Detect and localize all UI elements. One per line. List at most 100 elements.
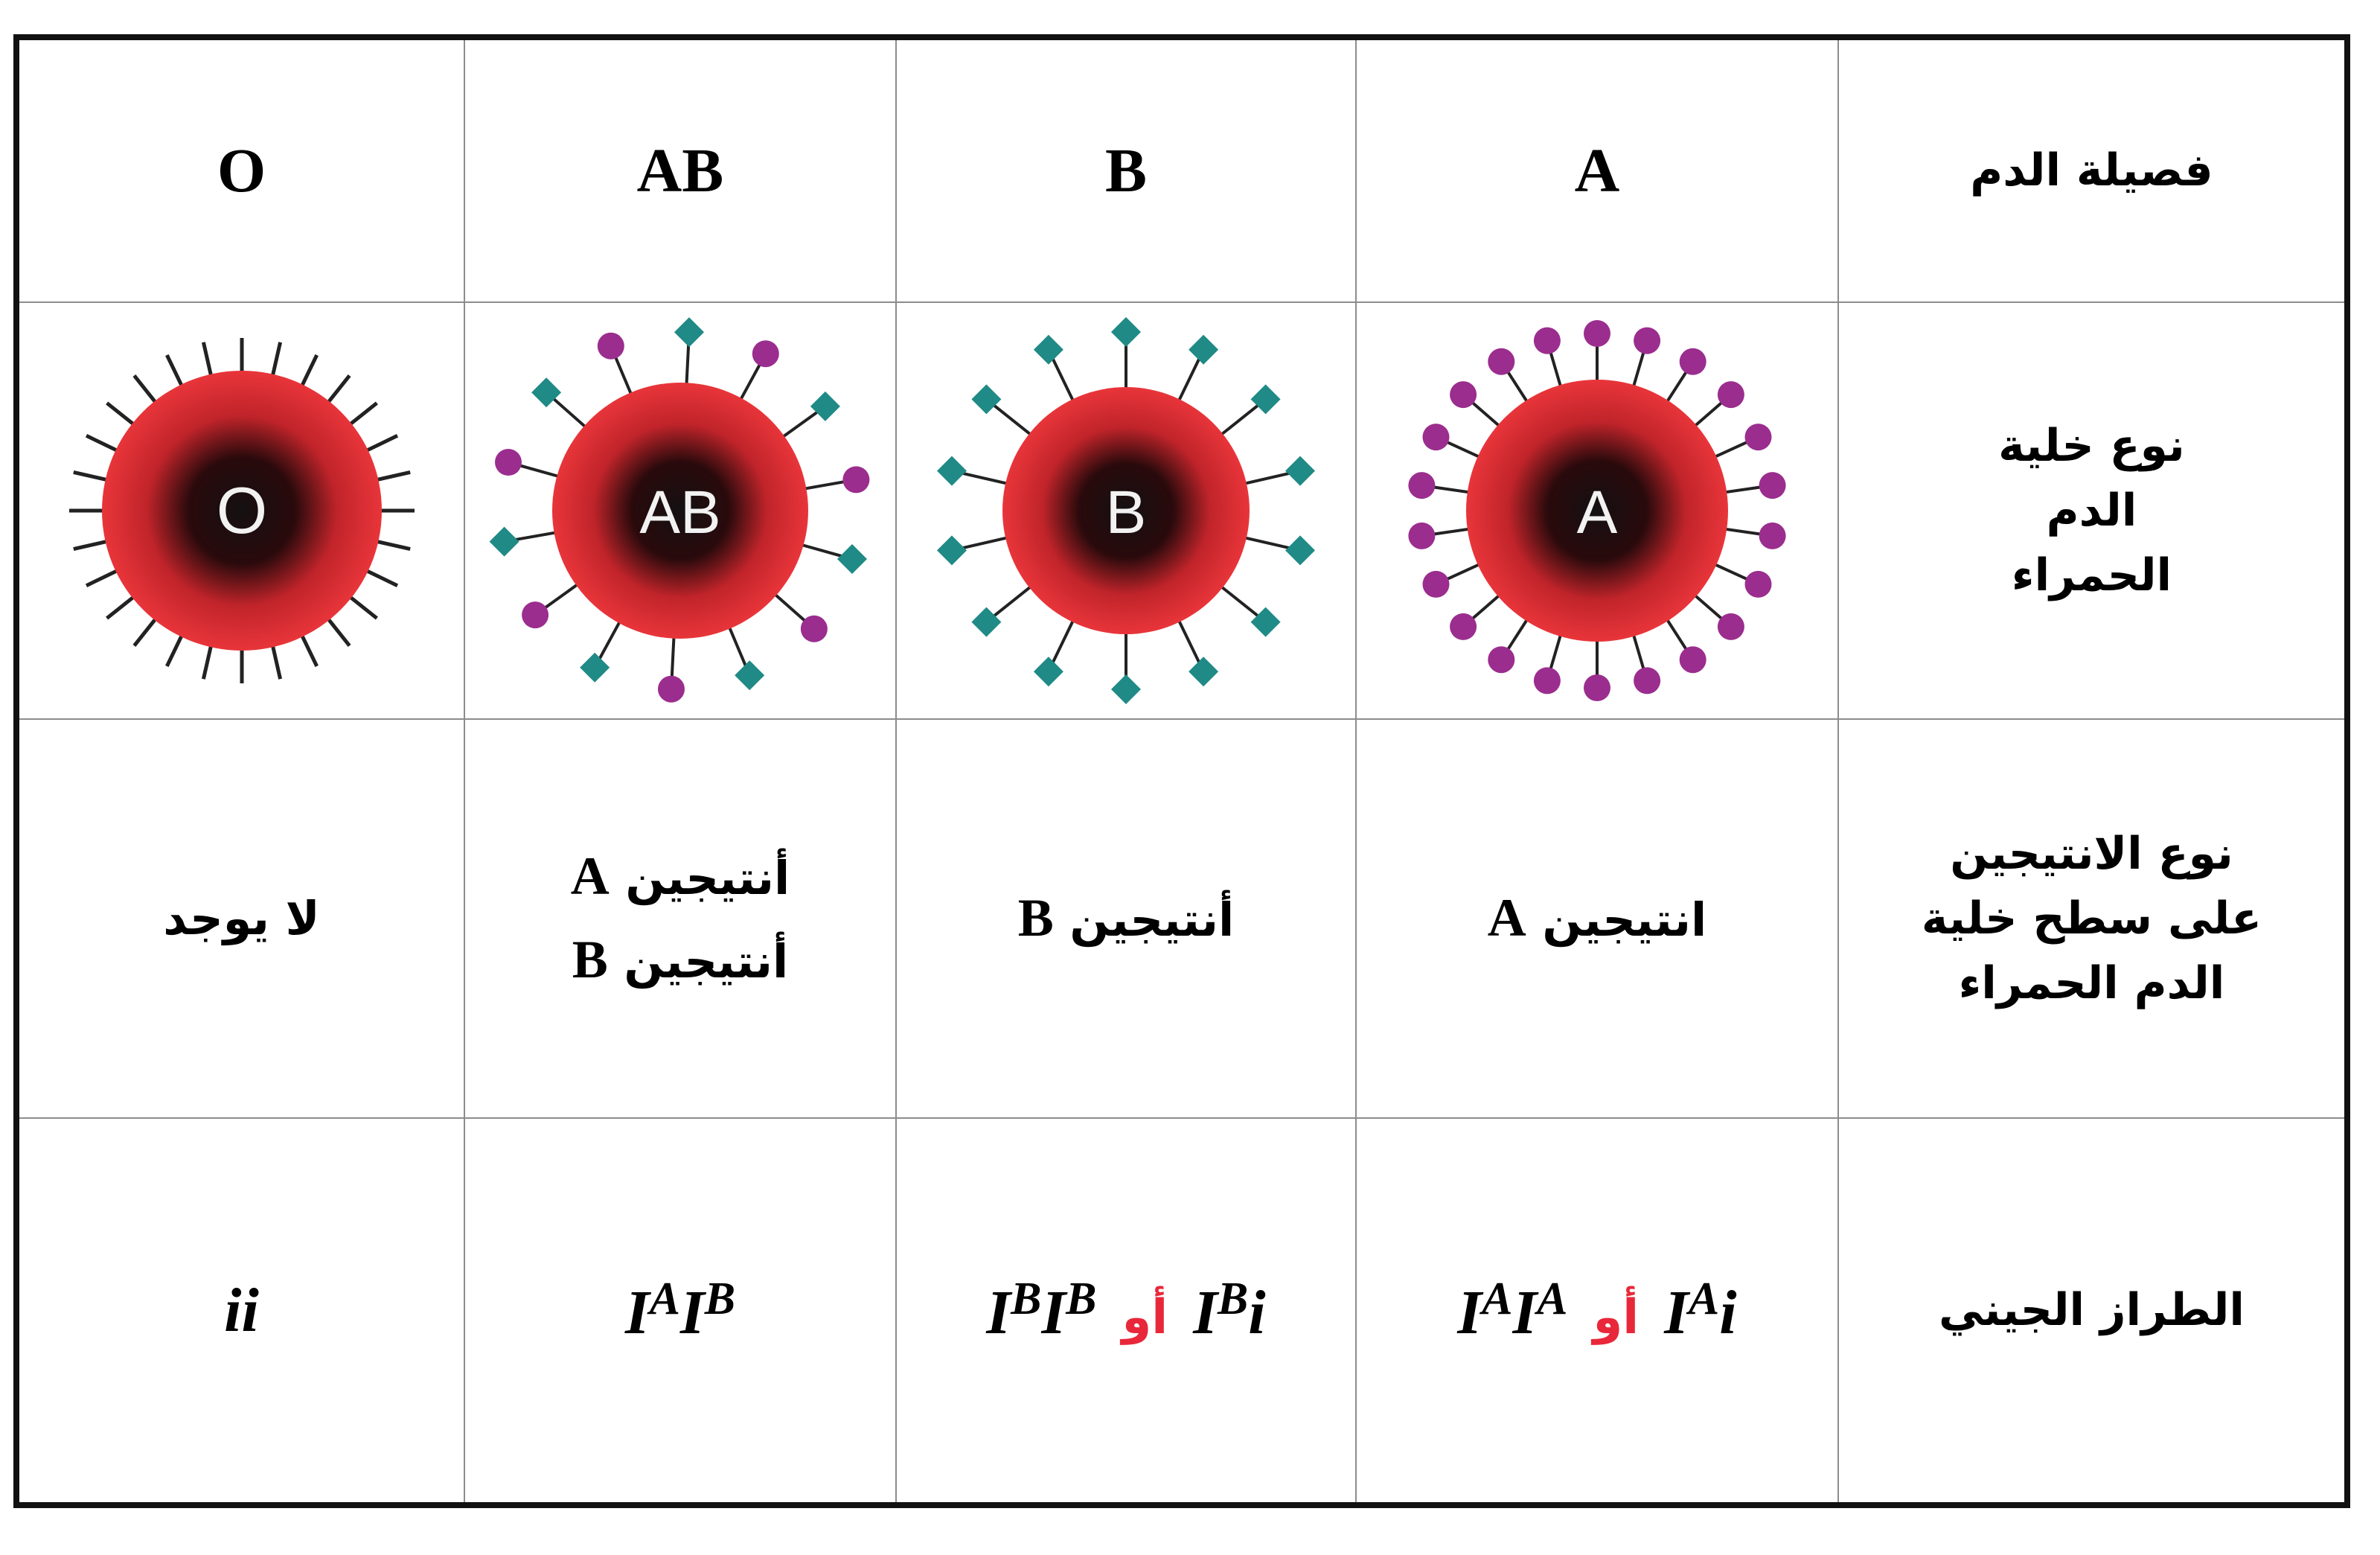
header-antigen-type: نوع الانتيجين على سطح خلية الدم الحمراء: [1837, 718, 2344, 1119]
spikesA-stem-20: [1506, 369, 1530, 406]
spikesA-stem-5: [1722, 485, 1762, 494]
red-cell-b: B: [937, 317, 1315, 704]
cell-a-label: A: [1577, 479, 1618, 546]
spikesAB-stem-6: [726, 624, 747, 667]
spikesB-antigen-b-5: [1250, 607, 1281, 637]
antigen-ab-word-1: أنتيجين: [625, 851, 790, 906]
spikesA-stem-17: [1432, 485, 1472, 494]
spikesB-antigen-b-10: [937, 535, 967, 566]
spikesAB-stem-2: [779, 411, 818, 440]
spikesAB-stem-12: [553, 397, 589, 430]
spikesAB-antigen-b-10: [489, 526, 519, 557]
spikesA-antigen-a-21: [1533, 327, 1561, 354]
spikesAB-antigen-a-13: [597, 332, 624, 360]
spikesAB-stem-3: [802, 479, 846, 491]
antigen-a-line: انتيجين A: [1357, 877, 1837, 960]
spikesA-antigen-a-14: [1450, 613, 1477, 640]
genotype-b-or: أو: [1122, 1289, 1168, 1345]
genotype-ab-tail-sup: B: [704, 1273, 736, 1324]
spikesAB-stem-5: [772, 591, 807, 624]
spikesA-stem-14: [1470, 592, 1503, 622]
spikesB-stem-3: [1241, 471, 1290, 486]
cell-type-o: O: [19, 40, 465, 303]
genotype-a2-sup: A: [1688, 1273, 1720, 1324]
spikesA-antigen-a-11: [1584, 674, 1610, 701]
antigen-b-letter: B: [1017, 888, 1054, 948]
spikesA-antigen-a-1: [1634, 327, 1661, 354]
genotype-b2-sup: B: [1217, 1273, 1249, 1324]
spikesA-antigen-a-18: [1422, 424, 1450, 451]
genotype-a: IAIA أو IAi: [1457, 1274, 1737, 1347]
row-genotype: ii IAIB IBIB أو IBi IAIA أو IAi الطراز الجين…: [19, 1117, 2344, 1502]
spikesB-stem-5: [1218, 584, 1258, 617]
red-cell-ab: AB: [489, 317, 870, 703]
antigen-a-word: انتيجين: [1542, 893, 1707, 948]
antigen-o-text: لا يوجد: [163, 890, 320, 945]
spikesA-stem-4: [1711, 440, 1750, 460]
spikesAB-antigen-b-6: [735, 660, 765, 691]
spikesAB-stem-10: [514, 530, 559, 542]
spikesB-stem-4: [1241, 535, 1290, 550]
spikesB-stem-1: [1176, 358, 1200, 404]
cell-type-ab: AB: [464, 40, 897, 303]
spikesAB-stem-11: [517, 463, 562, 479]
spikesA-antigen-a-12: [1533, 667, 1561, 695]
antigen-a-letter: A: [1487, 888, 1526, 948]
antigen-ab-cell: أنتيجين A أنتيجين B: [464, 718, 897, 1119]
spikesB-antigen-b-0: [1111, 317, 1141, 347]
spikesAB-antigen-a-11: [495, 449, 522, 476]
header-genotype-text: الطراز الجيني: [1939, 1284, 2245, 1336]
genotype-ab-cell: IAIB: [464, 1117, 897, 1502]
spikesAB-antigen-b-0: [674, 317, 704, 348]
header-genotype: الطراز الجيني: [1837, 1117, 2344, 1502]
genotype-o: ii: [224, 1276, 259, 1345]
spikesAB-antigen-a-3: [842, 466, 870, 494]
spikesB-antigen-b-2: [1250, 384, 1281, 415]
cell-b-label: B: [1106, 479, 1147, 546]
spikesAB-stem-1: [738, 362, 762, 403]
antigen-b-cell: أنتيجين B: [895, 718, 1357, 1119]
genotype-ab-sup: A: [649, 1273, 680, 1324]
spikesA-antigen-a-17: [1408, 472, 1436, 499]
cell-image-ab-cell: AB: [464, 301, 897, 720]
spikesB-antigen-b-8: [1033, 657, 1063, 687]
header-antigen-line-3: الدم الحمراء: [1958, 957, 2225, 1009]
genotype-b2-tail: i: [1248, 1277, 1266, 1347]
genotype-b: IBIB أو IBi: [986, 1274, 1266, 1347]
antigen-o-cell: لا يوجد: [19, 718, 465, 1119]
spikesA-stem-8: [1692, 592, 1724, 622]
spikesA-stem-1: [1631, 350, 1646, 390]
cell-image-o-cell: O: [19, 301, 465, 720]
spikesB-antigen-b-4: [1285, 535, 1315, 566]
spikesB-stem-9: [994, 584, 1034, 617]
spikesA-antigen-a-13: [1488, 646, 1515, 674]
spikesB-stem-10: [962, 535, 1011, 550]
spikesB-antigen-b-12: [971, 384, 1002, 415]
spikesB-antigen-b-1: [1189, 334, 1219, 365]
spikesB-stem-12: [994, 404, 1034, 438]
genotype-ab-base: I: [624, 1277, 650, 1347]
spikesAB-stem-4: [799, 543, 843, 558]
header-blood-type-text: فصيلة الدم: [1970, 144, 2213, 197]
spikesAB-stem-9: [543, 581, 581, 610]
spikesA-stem-10: [1631, 631, 1646, 671]
spikesA-stem-13: [1506, 616, 1530, 652]
spikesAB-antigen-b-8: [580, 652, 610, 683]
spikesA-antigen-a-10: [1634, 667, 1661, 695]
genotype-o-cell: ii: [19, 1117, 465, 1502]
red-cell-a: A: [1408, 320, 1786, 701]
genotype-ab-tail: I: [680, 1277, 705, 1347]
spikesA-antigen-a-2: [1679, 348, 1706, 375]
spikesB-antigen-b-11: [937, 456, 967, 486]
spikesA-stem-3: [1692, 400, 1724, 430]
spikesAB-antigen-a-5: [800, 615, 828, 642]
cell-ab-label: AB: [639, 479, 720, 546]
spikesB-antigen-b-3: [1285, 456, 1315, 486]
spikesAB-stem-0: [685, 342, 691, 388]
cell-type-a: A: [1355, 40, 1839, 303]
genotype-a2-tail: i: [1719, 1277, 1737, 1347]
genotype-a1-tail-sup: A: [1537, 1273, 1568, 1324]
genotype-b1-tail: I: [1041, 1277, 1066, 1347]
genotype-b1-tail-sup: B: [1066, 1273, 1097, 1324]
genotype-b1-base: I: [986, 1277, 1011, 1347]
